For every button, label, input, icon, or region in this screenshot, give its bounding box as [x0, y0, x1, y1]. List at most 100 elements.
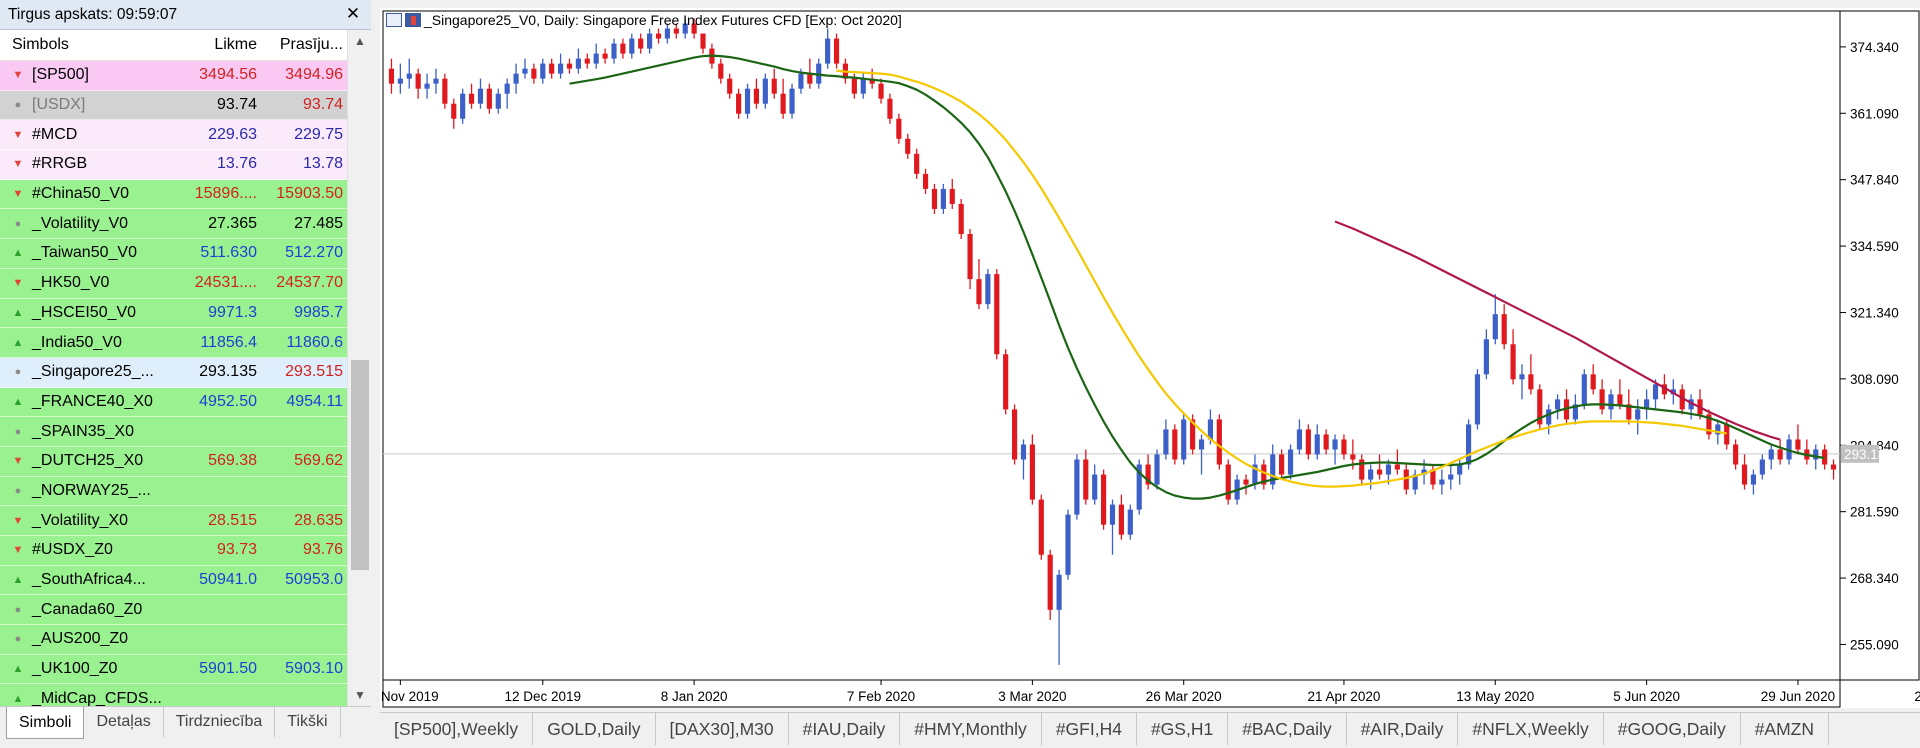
chart-tab[interactable]: #GS,H1 — [1137, 713, 1229, 745]
list-item[interactable]: ● [USDX] 93.74 93.74 — [0, 90, 347, 121]
candle-body — [1287, 449, 1294, 475]
chart-tab[interactable]: #GFI,H4 — [1042, 713, 1137, 745]
candle-body — [1768, 449, 1774, 460]
list-item[interactable]: ● _AUS200_Z0 — [0, 625, 347, 655]
list-item[interactable]: ▼ #China50_V0 15896.... 15903.50 — [0, 179, 347, 210]
symbol-name: _Singapore25_... — [32, 363, 154, 381]
up-arrow-icon: ▲ — [12, 247, 24, 260]
list-item[interactable]: ▼ _Volatility_X0 28.515 28.635 — [0, 506, 347, 536]
candle-body — [673, 28, 679, 34]
list-item[interactable]: ● _Singapore25_... 293.135 293.515 — [0, 357, 347, 388]
candle-body — [780, 93, 786, 114]
y-tick-label: 281.590 — [1850, 505, 1899, 520]
list-item[interactable]: ▲ _UK100_Z0 5901.50 5903.10 — [0, 654, 347, 685]
up-arrow-icon: ▲ — [12, 574, 24, 587]
symbol-name: #RRGB — [32, 155, 88, 173]
candle-body — [833, 38, 840, 64]
candle-body — [985, 274, 991, 305]
candle-body — [1724, 424, 1730, 445]
list-item[interactable]: ▲ _Taiwan50_V0 511.630 512.270 — [0, 239, 347, 269]
bid-value: 5901.50 — [199, 660, 257, 678]
scroll-up-icon[interactable]: ▲ — [348, 30, 372, 52]
list-item[interactable]: ● _Canada60_Z0 — [0, 595, 347, 626]
market-watch-tab[interactable]: Tirdzniecība — [164, 707, 276, 737]
symbol-name: [SP500] — [32, 66, 89, 84]
symbol-name: _Volatility_V0 — [32, 214, 129, 232]
symbol-name: _MidCap_CFDS... — [32, 689, 162, 706]
market-watch-tab[interactable]: Detaļas — [84, 707, 164, 737]
candle-body — [771, 78, 777, 94]
column-header-symbol[interactable]: Simbols — [0, 36, 175, 54]
list-item[interactable]: ▲ _FRANCE40_X0 4952.50 4954.11 — [0, 387, 347, 418]
list-item[interactable]: ● _SPAIN35_X0 — [0, 417, 347, 447]
candle-body — [1492, 314, 1498, 340]
candle-body — [1813, 449, 1819, 460]
chart-tab[interactable]: #HMY,Monthly — [900, 713, 1042, 745]
candle-body — [967, 234, 973, 280]
list-item[interactable]: ▲ _HSCEI50_V0 9971.3 9985.7 — [0, 298, 347, 329]
y-tick-label: 374.340 — [1850, 40, 1899, 55]
list-item[interactable]: ▲ _SouthAfrica4... 50941.0 50953.0 — [0, 565, 347, 596]
plot-area[interactable] — [382, 10, 1841, 681]
close-icon[interactable]: ✕ — [343, 4, 363, 24]
candle-body — [1546, 409, 1552, 425]
scroll-down-icon[interactable]: ▼ — [348, 684, 372, 706]
ask-value: 93.76 — [302, 541, 343, 559]
market-watch-tab[interactable]: Tikški — [275, 707, 341, 737]
ask-value: 28.635 — [294, 511, 343, 529]
column-header-ask[interactable]: Prasīju... — [263, 36, 347, 54]
candle-body — [611, 43, 617, 59]
list-item[interactable]: ● _Volatility_V0 27.365 27.485 — [0, 209, 347, 240]
candle-body — [1314, 434, 1320, 455]
candle-body — [1528, 374, 1534, 390]
chart-tab[interactable]: #GOOG,Daily — [1604, 713, 1741, 745]
chart-tab[interactable]: #AMZN — [1741, 713, 1830, 745]
candle-body — [1279, 454, 1285, 475]
candle-body — [1385, 464, 1392, 475]
column-header-bid[interactable]: Likme — [175, 36, 263, 54]
chart-tab[interactable]: [SP500],Weekly — [380, 713, 534, 745]
chart-window[interactable]: 374.340 361.090 347.840 334.590 321.340 308.0… — [362, 8, 1920, 708]
list-item[interactable]: ▼ #RRGB 13.76 13.78 — [0, 150, 347, 180]
chart-canvas[interactable]: 374.340 361.090 347.840 334.590 321.340 308.0… — [362, 8, 1920, 708]
symbol-name: _SouthAfrica4... — [32, 571, 146, 589]
chart-tab[interactable]: GOLD,Daily — [533, 713, 656, 745]
candle-body — [1305, 429, 1311, 455]
candle-body — [1074, 459, 1080, 515]
chart-tab[interactable]: #IAU,Daily — [789, 713, 901, 745]
list-item[interactable]: ▼ #MCD 229.63 229.75 — [0, 120, 347, 151]
bid-value: 27.365 — [208, 214, 257, 232]
list-item[interactable]: ▼ _HK50_V0 24531.... 24537.70 — [0, 268, 347, 299]
list-item[interactable]: ● _NORWAY25_... — [0, 476, 347, 507]
candle-body — [460, 93, 466, 119]
candle-body — [1163, 429, 1169, 455]
market-watch-header: Simbols Likme Prasīju... — [0, 30, 347, 61]
list-item[interactable]: ▼ #USDX_Z0 93.73 93.76 — [0, 536, 347, 566]
candle-body — [1011, 409, 1018, 460]
neutral-dot-icon: ● — [14, 99, 22, 112]
market-watch-list: ▼ [SP500] 3494.56 3494.96 ● [USDX] 93.74 93.74 ▼… — [0, 61, 347, 706]
candle-body — [1083, 459, 1089, 500]
list-item[interactable]: ▲ _India50_V0 11856.4 11860.6 — [0, 328, 347, 358]
chart-tab[interactable]: #BAC,Daily — [1228, 713, 1347, 745]
candle-body — [1759, 459, 1765, 475]
symbol-name: #China50_V0 — [32, 185, 129, 203]
chart-tab[interactable]: #AIR,Daily — [1347, 713, 1459, 745]
symbol-name: [USDX] — [32, 96, 86, 114]
list-item[interactable]: ▼ [SP500] 3494.56 3494.96 — [0, 61, 347, 91]
candle-body — [851, 78, 857, 94]
symbol-name: _NORWAY25_... — [32, 481, 151, 499]
list-item[interactable]: ▼ _DUTCH25_X0 569.38 569.62 — [0, 446, 347, 477]
market-watch-tab[interactable]: Simboli — [6, 707, 85, 739]
ask-value: 5903.10 — [285, 660, 343, 678]
market-watch-scrollbar[interactable]: ▲ ▼ — [347, 30, 371, 706]
chart-tab[interactable]: #NFLX,Weekly — [1458, 713, 1604, 745]
x-tick-label: 21 Apr 2020 — [1308, 689, 1381, 704]
chart-tab[interactable]: [DAX30],M30 — [656, 713, 789, 745]
bid-value: 229.63 — [208, 125, 257, 143]
ask-value: 24537.70 — [276, 274, 343, 292]
scrollbar-thumb[interactable] — [351, 360, 369, 570]
y-tick-label: 347.840 — [1850, 173, 1899, 188]
x-tick-label: 12 Dec 2019 — [505, 689, 582, 704]
list-item[interactable]: ▲ _MidCap_CFDS... — [0, 684, 347, 706]
